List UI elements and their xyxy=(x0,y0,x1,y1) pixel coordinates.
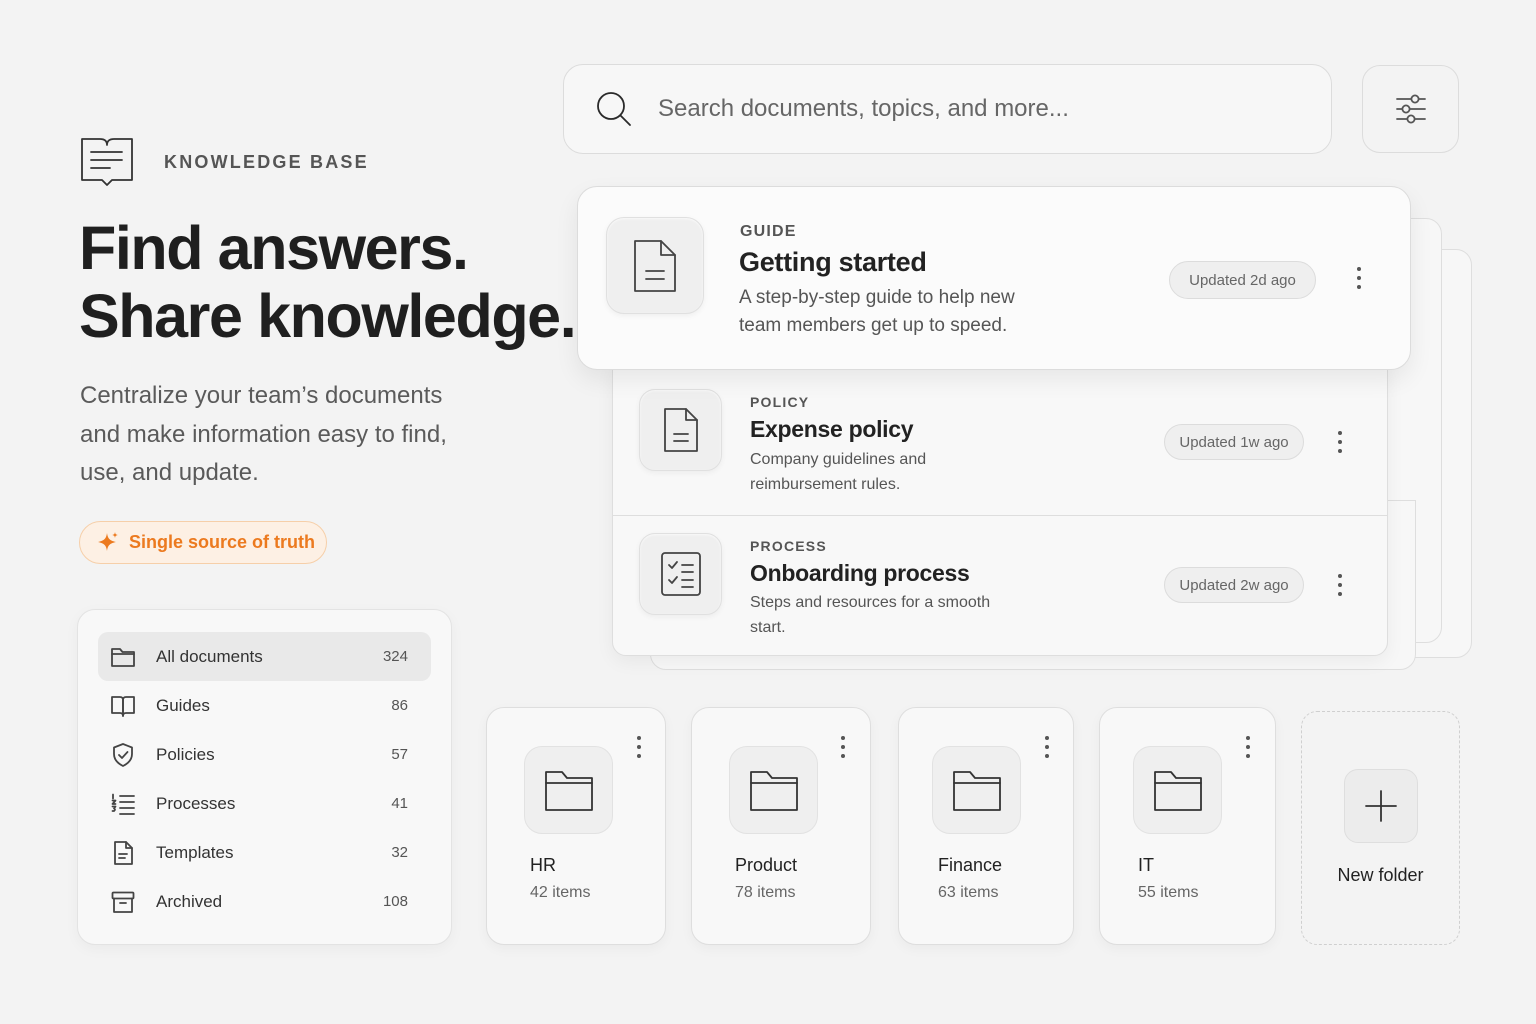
folder-name: Product xyxy=(735,855,798,875)
nav-item-count: 32 xyxy=(391,844,408,861)
new-folder-label: New folder xyxy=(1337,865,1424,885)
nav-item-label: Guides xyxy=(156,695,210,715)
sparkle-icon xyxy=(98,531,118,551)
search-icon xyxy=(597,92,631,126)
folder-icon xyxy=(749,771,798,811)
document-description: A step-by-step guide to help new xyxy=(739,287,1015,308)
filter-button[interactable] xyxy=(1362,65,1459,153)
new-folder-button[interactable]: New folder xyxy=(1301,711,1460,945)
nav-item-policies[interactable]: Policies 57 xyxy=(98,730,431,779)
nav-item-label: Processes xyxy=(156,793,236,813)
folder-count: 42 items xyxy=(530,884,591,901)
plus-icon-box xyxy=(1344,769,1418,843)
plus-icon xyxy=(1365,790,1397,822)
sliders-icon xyxy=(1395,94,1426,124)
document-title[interactable]: Onboarding process xyxy=(750,560,970,587)
document-description: Steps and resources for a smooth xyxy=(750,594,991,611)
archive-icon xyxy=(111,891,135,913)
document-book-icon xyxy=(81,138,133,186)
document-icon xyxy=(663,408,698,452)
document-category: POLICY xyxy=(750,394,810,410)
document-menu-button[interactable] xyxy=(1335,574,1345,596)
template-file-icon xyxy=(114,840,133,865)
folder-icon-box xyxy=(729,746,818,834)
document-icon xyxy=(634,239,676,292)
nav-item-label: Templates xyxy=(156,842,234,862)
folder-count: 78 items xyxy=(735,884,796,901)
nav-item-count: 108 xyxy=(382,893,408,910)
single-source-pill: Single source of truth xyxy=(79,521,327,564)
hero-title-line-2: Share knowledge. xyxy=(79,282,577,350)
document-icon-box xyxy=(639,533,722,615)
nav-item-count: 41 xyxy=(391,795,408,812)
nav-item-templates[interactable]: Templates 32 xyxy=(98,828,431,877)
folder-card-product[interactable]: Product 78 items xyxy=(691,707,871,945)
nav-item-count: 86 xyxy=(391,697,408,714)
document-menu-button[interactable] xyxy=(1354,267,1364,289)
document-title[interactable]: Expense policy xyxy=(750,416,914,443)
document-list xyxy=(612,362,1388,656)
hero-title: Find answers. Share knowledge. xyxy=(79,214,577,350)
folder-menu-button[interactable] xyxy=(1243,736,1253,758)
folder-card-hr[interactable]: HR 42 items xyxy=(486,707,666,945)
shield-check-icon xyxy=(113,742,133,767)
book-icon xyxy=(111,695,135,717)
folder-menu-button[interactable] xyxy=(1042,736,1052,758)
nav-item-label: All documents xyxy=(156,646,263,666)
checklist-icon xyxy=(660,552,701,596)
document-description: start. xyxy=(750,619,786,636)
document-category: GUIDE xyxy=(740,223,797,240)
document-title[interactable]: Getting started xyxy=(739,247,927,278)
folder-name: HR xyxy=(530,855,556,875)
nav-item-label: Archived xyxy=(156,891,223,911)
updated-badge: Updated 2d ago xyxy=(1169,261,1316,299)
hero-description: Centralize your team’s documents and mak… xyxy=(80,382,447,486)
search-bar[interactable] xyxy=(563,64,1332,154)
brand: KNOWLEDGE BASE xyxy=(80,136,369,188)
folder-card-it[interactable]: IT 55 items xyxy=(1099,707,1276,945)
folder-count: 55 items xyxy=(1138,884,1199,901)
folder-count: 63 items xyxy=(938,884,999,901)
nav-item-all-documents[interactable]: All documents 324 xyxy=(98,632,431,681)
document-description: reimbursement rules. xyxy=(750,476,901,493)
folder-icon-box xyxy=(932,746,1021,834)
document-description: Company guidelines and xyxy=(750,451,927,468)
search-input[interactable] xyxy=(658,95,1298,123)
folder-icon xyxy=(111,647,135,667)
category-nav: All documents 324 Guides 86 Policies 57 … xyxy=(77,609,452,945)
folder-icon-box xyxy=(524,746,613,834)
hero-title-line-1: Find answers. xyxy=(79,214,469,282)
nav-item-guides[interactable]: Guides 86 xyxy=(98,681,431,730)
updated-badge: Updated 1w ago xyxy=(1164,424,1304,460)
brand-label: KNOWLEDGE BASE xyxy=(164,151,369,172)
nav-item-processes[interactable]: Processes 41 xyxy=(98,779,431,828)
document-description: team members get up to speed. xyxy=(739,315,1008,336)
folder-menu-button[interactable] xyxy=(838,736,848,758)
document-icon-box xyxy=(639,389,722,471)
document-category: PROCESS xyxy=(750,538,827,554)
folder-menu-button[interactable] xyxy=(634,736,644,758)
folder-card-finance[interactable]: Finance 63 items xyxy=(898,707,1074,945)
folder-name: Finance xyxy=(938,855,1003,875)
document-divider xyxy=(612,515,1388,516)
list-numbered-icon xyxy=(111,793,135,815)
pill-label: Single source of truth xyxy=(129,532,316,552)
nav-item-count: 324 xyxy=(382,648,408,665)
folder-icon xyxy=(952,771,1001,811)
nav-item-archived[interactable]: Archived 108 xyxy=(98,877,431,926)
document-menu-button[interactable] xyxy=(1335,431,1345,453)
nav-item-count: 57 xyxy=(391,746,408,763)
updated-badge: Updated 2w ago xyxy=(1164,567,1304,603)
nav-item-label: Policies xyxy=(156,744,215,764)
folder-icon xyxy=(1153,771,1202,811)
folder-icon xyxy=(544,771,593,811)
document-icon-box xyxy=(606,217,704,314)
folder-icon-box xyxy=(1133,746,1222,834)
folder-name: IT xyxy=(1138,855,1154,875)
